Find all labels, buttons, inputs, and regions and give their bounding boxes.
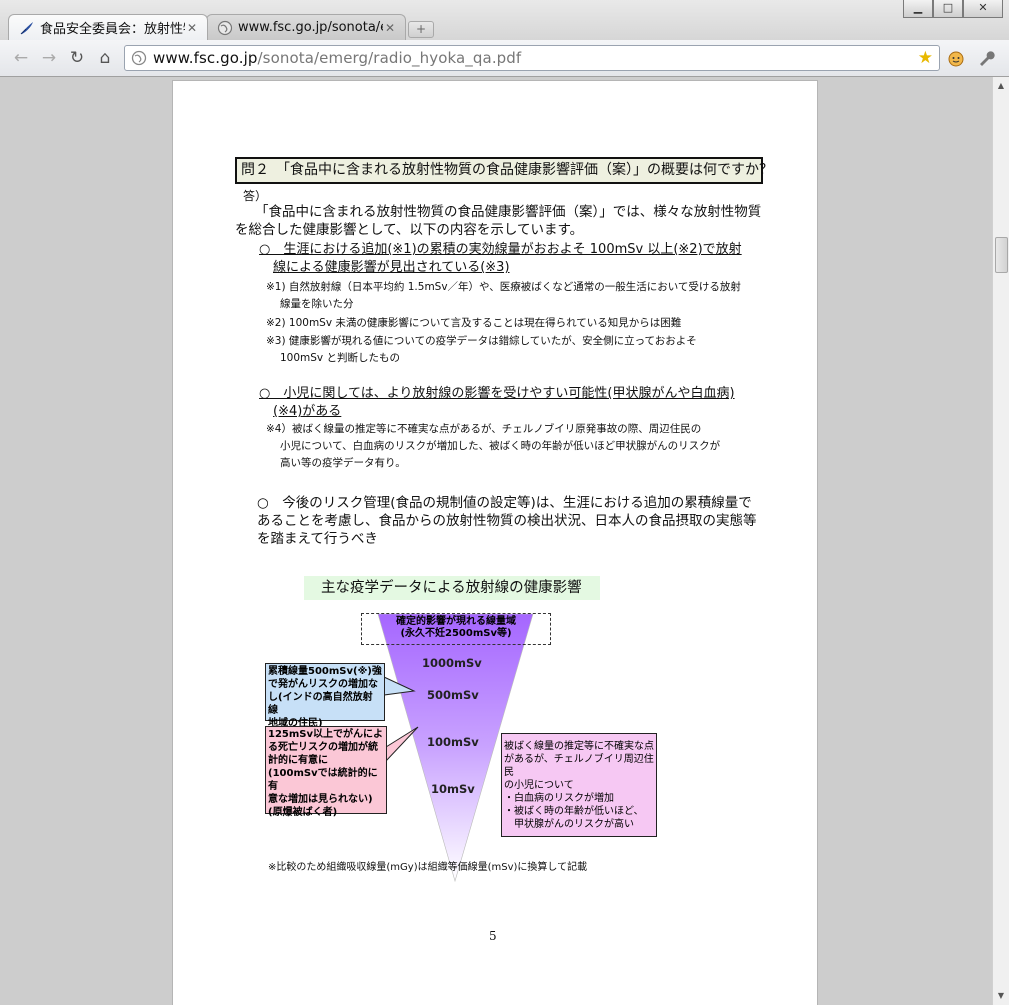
pdf-viewport[interactable]: 問２ 「食品中に含まれる放射性物質の食品健康影響評価（案）」の概要は何ですか？ … bbox=[0, 77, 992, 1005]
minimize-button[interactable]: ▁ bbox=[903, 0, 933, 18]
page-globe-icon bbox=[131, 50, 147, 66]
callout-line: で発がんリスクの増加な bbox=[268, 679, 378, 690]
url-domain: www.fsc.go.jp bbox=[153, 49, 258, 67]
window-controls: ▁ □ ✕ bbox=[903, 0, 1003, 18]
tab-fsc-home[interactable]: 食品安全委員会：放射性物 ✕ bbox=[8, 14, 208, 40]
callout-line: (100mSvでは統計的に有 bbox=[268, 768, 378, 792]
dose-label: 500mSv bbox=[427, 688, 479, 702]
globe-favicon-icon bbox=[217, 20, 233, 35]
extension-face-icon[interactable] bbox=[946, 49, 966, 69]
forward-arrow-icon[interactable]: → bbox=[38, 48, 60, 68]
callout-line: があるが、チェルノブイリ周辺住民 bbox=[504, 754, 654, 778]
tab-close-icon[interactable]: ✕ bbox=[383, 21, 397, 35]
new-tab-button[interactable]: + bbox=[408, 21, 434, 38]
close-window-button[interactable]: ✕ bbox=[963, 0, 1003, 18]
callout-line: (原爆被ばく者) bbox=[268, 807, 338, 818]
pink-callout-pointer bbox=[385, 726, 419, 763]
deterministic-line-2: (永久不妊2500mSv等) bbox=[400, 628, 512, 639]
title-bar: 食品安全委員会：放射性物 ✕ www.fsc.go.jp/sonota/er ✕… bbox=[0, 0, 1009, 40]
callout-line: る死亡リスクの増加が統 bbox=[268, 742, 378, 753]
url-path: /sonota/emerg/radio_hyoka_qa.pdf bbox=[257, 49, 522, 67]
maximize-button[interactable]: □ bbox=[933, 0, 963, 18]
chernobyl-callout: 被ばく線量の推定等に不確実な点 があるが、チェルノブイリ周辺住民 の小児について… bbox=[501, 733, 657, 837]
home-icon[interactable]: ⌂ bbox=[94, 48, 116, 68]
deterministic-label: 確定的影響が現れる線量域 (永久不妊2500mSv等) bbox=[362, 614, 550, 640]
callout-line: 被ばく線量の推定等に不確実な点 bbox=[504, 741, 654, 752]
reload-icon[interactable]: ↻ bbox=[66, 48, 88, 68]
back-arrow-icon[interactable]: ← bbox=[10, 48, 32, 68]
tab-pdf[interactable]: www.fsc.go.jp/sonota/er ✕ bbox=[206, 14, 406, 40]
dose-label: 100mSv bbox=[427, 735, 479, 749]
scrollbar-thumb[interactable] bbox=[995, 237, 1008, 273]
page-number: 5 bbox=[489, 929, 497, 943]
scroll-down-arrow-icon[interactable]: ▼ bbox=[993, 989, 1009, 1003]
callout-line: ・被ばく時の年齢が低いほど、 bbox=[504, 806, 644, 817]
url-text: www.fsc.go.jp/sonota/emerg/radio_hyoka_q… bbox=[153, 49, 521, 67]
tab-label: 食品安全委員会：放射性物 bbox=[40, 22, 185, 37]
vertical-scrollbar[interactable]: ▲ ▼ bbox=[992, 77, 1009, 1005]
pdf-page: 問２ 「食品中に含まれる放射性物質の食品健康影響評価（案）」の概要は何ですか？ … bbox=[172, 80, 818, 1005]
diagram-footnote: ※比較のため組織吸収線量(mGy)は組織等価線量(mSv)に換算して記載 bbox=[268, 862, 588, 873]
callout-line: 意な増加は見られない) bbox=[268, 794, 373, 805]
callout-line: 計的に有意に bbox=[268, 755, 328, 766]
feather-favicon-icon bbox=[20, 21, 33, 34]
browser-toolbar: ← → ↻ ⌂ www.fsc.go.jp/sonota/emerg/radio… bbox=[0, 40, 1009, 77]
deterministic-line-1: 確定的影響が現れる線量域 bbox=[396, 616, 516, 627]
tab-label: www.fsc.go.jp/sonota/er bbox=[238, 20, 383, 35]
address-bar[interactable]: www.fsc.go.jp/sonota/emerg/radio_hyoka_q… bbox=[124, 45, 940, 71]
callout-line: 125mSv以上でがんによ bbox=[268, 729, 384, 740]
atomic-bomb-callout: 125mSv以上でがんによ る死亡リスクの増加が統 計的に有意に (100mSv… bbox=[265, 726, 387, 818]
dose-label: 10mSv bbox=[431, 782, 475, 796]
scroll-up-arrow-icon[interactable]: ▲ bbox=[993, 79, 1009, 93]
callout-line: ・白血病のリスクが増加 bbox=[504, 793, 614, 804]
bookmark-star-icon[interactable]: ★ bbox=[918, 49, 933, 67]
india-residents-callout: 累積線量500mSv(※)強 で発がんリスクの増加な し(インドの高自然放射線 … bbox=[265, 663, 385, 729]
tab-close-icon[interactable]: ✕ bbox=[185, 21, 199, 35]
dose-label: 1000mSv bbox=[422, 656, 482, 670]
callout-line: 甲状腺がんのリスクが高い bbox=[504, 819, 634, 830]
deterministic-effect-box: 確定的影響が現れる線量域 (永久不妊2500mSv等) bbox=[361, 613, 551, 645]
callout-line: の小児について bbox=[504, 780, 574, 791]
wrench-menu-icon[interactable] bbox=[976, 49, 996, 69]
callout-line: し(インドの高自然放射線 bbox=[268, 692, 373, 716]
callout-line: 累積線量500mSv(※)強 bbox=[268, 666, 382, 677]
